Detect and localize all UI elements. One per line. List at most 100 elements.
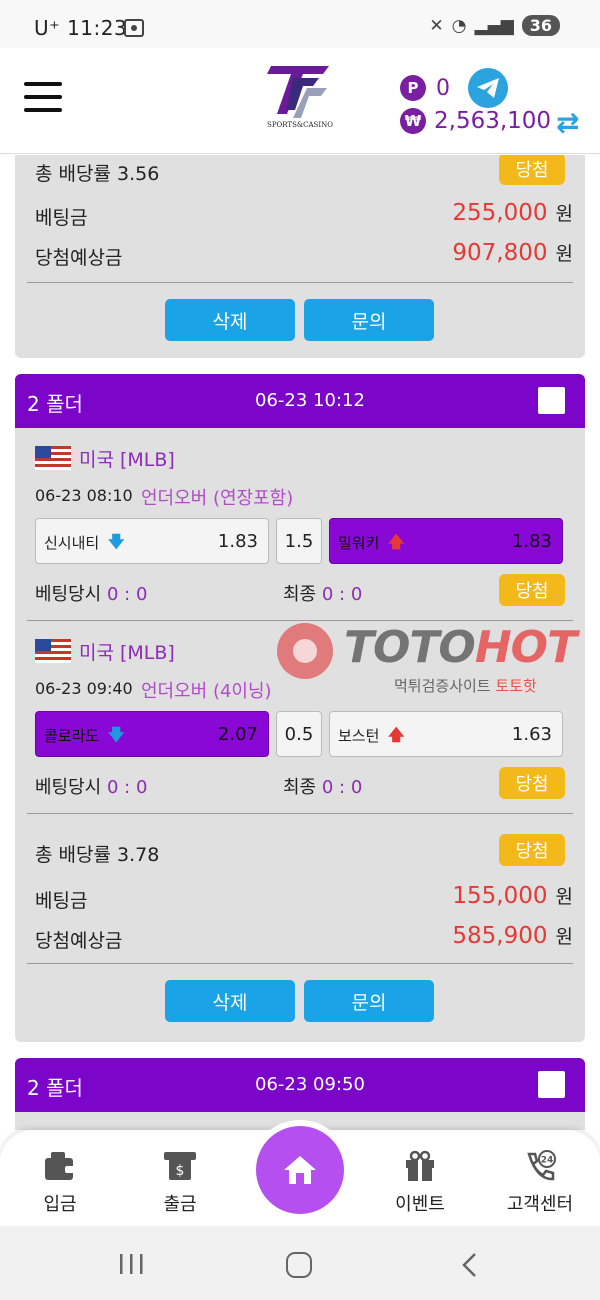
home-button[interactable]	[256, 1126, 344, 1214]
won-icon: ₩	[400, 108, 426, 134]
home-odds-box[interactable]: 신시내티 🡇 1.83	[35, 518, 269, 564]
app-header: SPORTS&CASINO P 0 ₩ 2,563,100 ⇄	[0, 48, 600, 154]
point-display: P 0	[400, 68, 508, 108]
bet-time-score: 베팅당시 0 : 0	[35, 777, 148, 798]
gift-icon	[406, 1150, 434, 1181]
card-header: 2 폴더 06-23 10:12	[15, 374, 585, 428]
refresh-icon[interactable]: ⇄	[556, 106, 579, 139]
bet-card-next: 2 폴더 06-23 09:50	[15, 1058, 585, 1130]
bet-summary: 총 배당률 3.78 당첨 베팅금 155,000 원 당첨예상금 585,900…	[27, 814, 573, 964]
select-checkbox[interactable]	[538, 1071, 565, 1098]
win-badge: 당첨	[499, 155, 565, 185]
nav-label: 입금	[43, 1194, 77, 1215]
down-arrow-icon: 🡇	[108, 725, 125, 744]
us-flag-icon	[35, 639, 71, 663]
away-team: 보스턴	[338, 727, 380, 745]
screenshot-icon	[124, 19, 144, 37]
signal-icon: ▂▄▆	[474, 15, 514, 36]
bet-amount: 155,000 원	[452, 883, 573, 909]
svg-text:24: 24	[541, 1156, 554, 1166]
nav-withdraw[interactable]: $ 출금	[130, 1130, 230, 1226]
game-row: 미국 [MLB] 06-23 09:40 언더오버 (4이닝) 콜로라도 🡇 2…	[27, 621, 573, 814]
expected-win-amount: 907,800 원	[452, 240, 573, 266]
bottom-nav: 입금 $ 출금 이벤트 24 고객센터	[0, 1126, 600, 1226]
final-score: 최종 0 : 0	[283, 584, 363, 605]
nav-label: 출금	[163, 1194, 197, 1215]
carrier-label: U⁺	[34, 16, 61, 40]
inquiry-button[interactable]: 문의	[304, 299, 434, 341]
market-type: 언더오버 (연장포함)	[141, 488, 294, 509]
card-actions: 삭제 문의	[15, 964, 585, 1042]
site-logo[interactable]: SPORTS&CASINO	[262, 64, 338, 136]
support-phone-icon: 24	[527, 1150, 556, 1181]
away-odds: 1.83	[511, 531, 552, 552]
folder-count: 2 폴더	[27, 1076, 83, 1100]
telegram-icon[interactable]	[468, 68, 508, 108]
home-odds: 2.07	[217, 724, 258, 745]
away-odds-box[interactable]: 보스턴 🡅 1.63	[329, 711, 563, 757]
inquiry-button[interactable]: 문의	[304, 980, 434, 1022]
point-icon: P	[400, 75, 426, 101]
league-label: 미국 [MLB]	[79, 642, 175, 664]
folder-count: 2 폴더	[27, 392, 83, 416]
nav-label: 이벤트	[395, 1194, 445, 1215]
bet-amount: 255,000 원	[452, 200, 573, 226]
nav-event[interactable]: 이벤트	[370, 1130, 470, 1226]
home-team: 신시내티	[44, 534, 100, 552]
status-bar: U⁺ 11:23 ✕ ◔ ▂▄▆ 36	[0, 0, 600, 48]
game-time: 06-23 09:40	[35, 679, 133, 698]
delete-button[interactable]: 삭제	[165, 299, 295, 341]
svg-text:$: $	[176, 1163, 185, 1179]
menu-icon[interactable]	[24, 82, 62, 114]
wallet-icon	[45, 1152, 75, 1180]
market-type: 언더오버 (4이닝)	[141, 681, 272, 702]
game-time: 06-23 08:10	[35, 486, 133, 505]
game-row: 미국 [MLB] 06-23 08:10 언더오버 (연장포함) 신시내티 🡇 …	[27, 428, 573, 621]
bet-summary: 총 배당률 3.56 당첨 베팅금 255,000 원 당첨예상금 907,800…	[27, 155, 573, 283]
win-badge: 당첨	[499, 834, 565, 866]
home-odds-box[interactable]: 콜로라도 🡇 2.07	[35, 711, 269, 757]
bet-time-score: 베팅당시 0 : 0	[35, 584, 148, 605]
us-flag-icon	[35, 446, 71, 470]
bet-history-list: 총 배당률 3.56 당첨 베팅금 255,000 원 당첨예상금 907,800…	[0, 155, 600, 1130]
balance-display: ₩ 2,563,100	[400, 108, 551, 134]
nav-label: 고객센터	[506, 1194, 574, 1215]
away-team: 밀워키	[338, 534, 380, 552]
logo-subtitle: SPORTS&CASINO	[267, 121, 333, 129]
delete-button[interactable]: 삭제	[165, 980, 295, 1022]
nav-support[interactable]: 24 고객센터	[490, 1130, 590, 1226]
home-odds: 1.83	[217, 531, 258, 552]
card-header: 2 폴더 06-23 09:50	[15, 1058, 585, 1112]
card-actions: 삭제 문의	[15, 283, 585, 358]
select-checkbox[interactable]	[538, 387, 565, 414]
home-team: 콜로라도	[44, 727, 100, 745]
away-odds: 1.63	[511, 724, 552, 745]
bet-amount-label: 베팅금	[35, 890, 88, 912]
final-score: 최종 0 : 0	[283, 777, 363, 798]
logo-mark	[267, 66, 329, 118]
bet-amount-label: 베팅금	[35, 207, 88, 229]
down-arrow-icon: 🡇	[108, 532, 125, 551]
status-left: U⁺ 11:23	[34, 16, 127, 40]
league-label: 미국 [MLB]	[79, 449, 175, 471]
back-icon[interactable]	[460, 1252, 478, 1278]
line-box: 0.5	[276, 711, 322, 757]
status-right: ✕ ◔ ▂▄▆ 36	[429, 15, 560, 36]
up-arrow-icon: 🡅	[388, 532, 405, 551]
balance-value: 2,563,100	[434, 108, 552, 134]
point-value: 0	[436, 75, 450, 101]
mute-icon: ✕	[429, 15, 444, 36]
away-odds-box[interactable]: 밀워키 🡅 1.83	[329, 518, 563, 564]
bet-datetime: 06-23 10:12	[255, 390, 365, 411]
recent-apps-icon[interactable]	[118, 1252, 144, 1276]
expected-win-label: 당첨예상금	[35, 930, 123, 952]
game-win-badge: 당첨	[499, 767, 565, 799]
home-nav-icon[interactable]	[286, 1252, 312, 1278]
home-icon	[284, 1156, 316, 1184]
battery-badge: 36	[521, 15, 560, 36]
nav-deposit[interactable]: 입금	[10, 1130, 110, 1226]
bet-datetime: 06-23 09:50	[255, 1074, 365, 1095]
withdraw-icon: $	[164, 1152, 196, 1180]
total-odds: 총 배당률 3.78	[35, 844, 160, 866]
expected-win-amount: 585,900 원	[452, 923, 573, 949]
